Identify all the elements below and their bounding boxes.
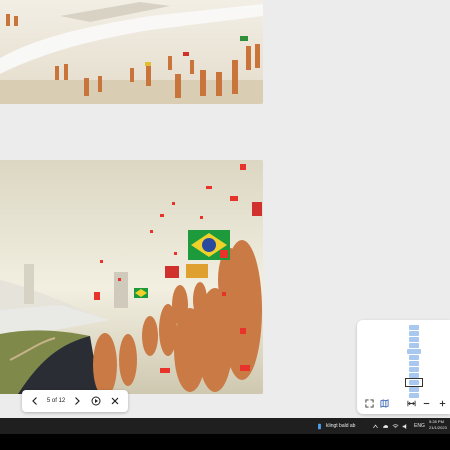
map-icon [379, 398, 389, 408]
system-clock[interactable]: 5:28 PM 21/1/2023 [429, 419, 447, 431]
taskbar: klingt bald ab ENG 5:28 PM 21/1/2023 [0, 418, 450, 434]
zoom-in-icon [439, 400, 445, 406]
current-view-frame[interactable] [405, 378, 423, 387]
notification-text: klingt bald ab [326, 423, 356, 429]
close-slideshow-button[interactable] [108, 394, 122, 408]
brazil-fans-render-image [0, 160, 263, 394]
info-icon [318, 423, 321, 429]
chevron-up-icon [373, 424, 378, 428]
next-slide-button[interactable] [70, 394, 84, 408]
language-indicator[interactable]: ENG [414, 418, 425, 434]
fit-width-icon [406, 400, 416, 406]
page-indicator: 5 of 12 [46, 398, 66, 404]
slide-thumbnail[interactable] [409, 367, 419, 372]
speaker-icon [402, 423, 407, 429]
map-view-button[interactable] [378, 397, 390, 409]
slide-thumbnail[interactable] [409, 325, 419, 330]
wifi-icon [392, 423, 399, 428]
slide-thumbnail-strip[interactable] [405, 325, 423, 399]
volume-button[interactable] [402, 418, 409, 434]
slide-4-preview[interactable] [0, 0, 263, 104]
slide-thumbnail[interactable] [409, 361, 419, 366]
slideshow-toolbar: 5 of 12 [22, 390, 128, 412]
fit-width-button[interactable] [405, 397, 417, 409]
play-circle-icon [91, 396, 101, 406]
zoom-in-button[interactable] [436, 397, 448, 409]
navigation-panel [357, 320, 450, 414]
stadium-crowd-render-image [0, 0, 263, 104]
previous-slide-button[interactable] [28, 394, 42, 408]
fullscreen-button[interactable] [363, 397, 375, 409]
chevron-right-icon [75, 397, 81, 405]
slide-thumbnail[interactable] [409, 337, 419, 342]
slide-thumbnail[interactable] [407, 349, 421, 354]
cloud-tray-button[interactable] [382, 418, 389, 434]
chevron-left-icon [32, 397, 37, 405]
zoom-out-button[interactable] [420, 397, 432, 409]
cloud-icon [383, 424, 389, 428]
clock-date: 21/1/2023 [429, 425, 447, 430]
wifi-button[interactable] [392, 418, 399, 434]
slide-thumbnail[interactable] [409, 343, 419, 348]
show-hidden-icons-button[interactable] [372, 418, 379, 434]
slide-thumbnail[interactable] [409, 355, 419, 360]
screen-bottom-bar [0, 434, 450, 450]
slide-5-current[interactable] [0, 160, 263, 394]
slide-thumbnail[interactable] [409, 331, 419, 336]
fullscreen-icon [364, 398, 374, 408]
close-icon [111, 397, 119, 405]
slide-thumbnail[interactable] [409, 387, 419, 392]
slide-viewer: 5 of 12 [0, 0, 450, 418]
play-slideshow-button[interactable] [89, 394, 103, 408]
zoom-out-icon [423, 402, 429, 404]
notification-item[interactable]: klingt bald ab [316, 418, 355, 434]
